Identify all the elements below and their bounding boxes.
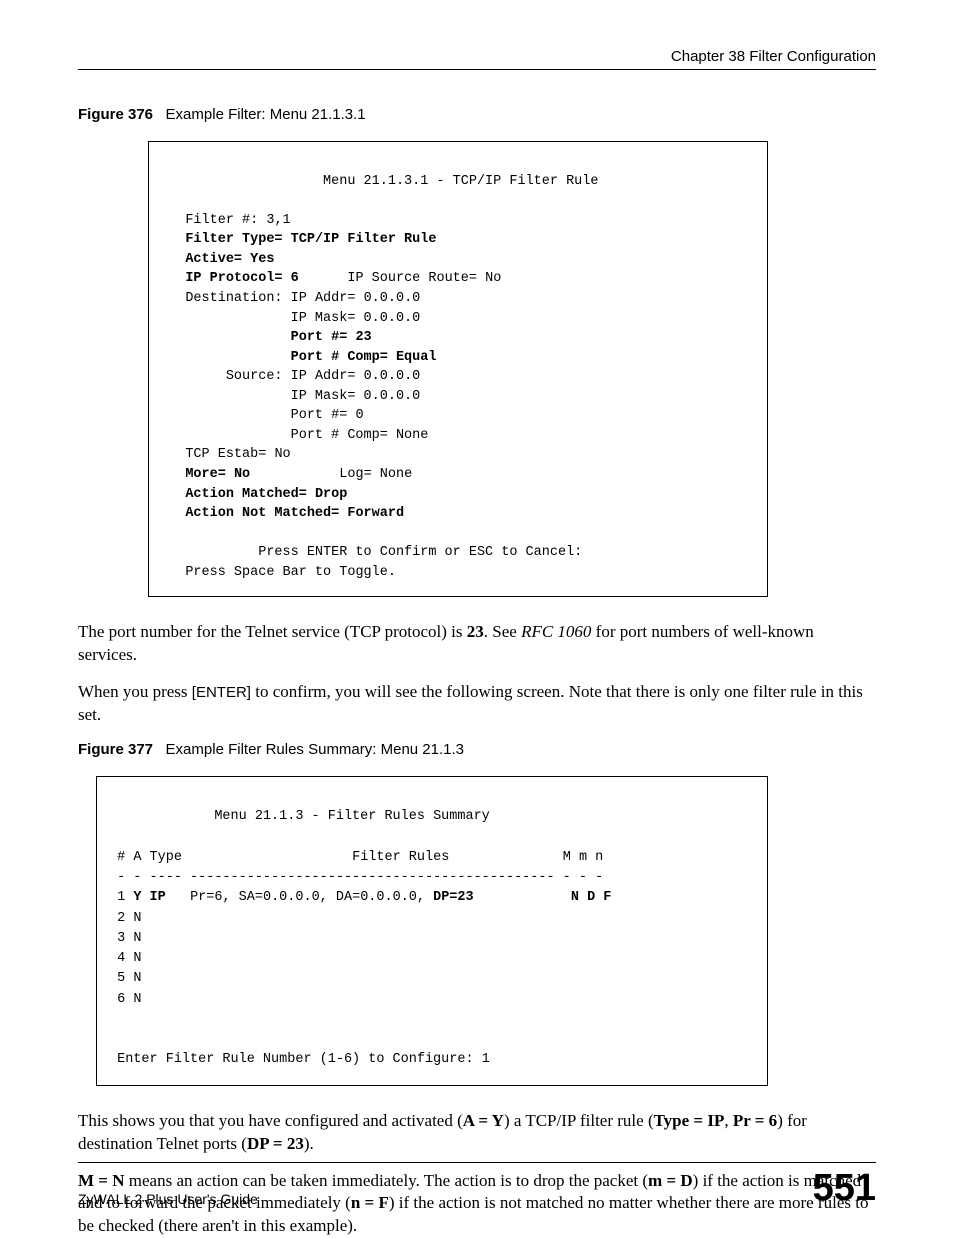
row5-n: 5 [117, 971, 125, 986]
hdr-M: M [563, 850, 571, 865]
hdr-rules: Filter Rules [352, 850, 449, 865]
figure-376-title: Example Filter: Menu 21.1.3.1 [166, 106, 366, 123]
filter-no: 3,1 [266, 213, 290, 228]
hdr-hash: # [117, 850, 125, 865]
dest-ip-mask: 0.0.0.0 [364, 311, 421, 326]
hdr-m: m [579, 850, 587, 865]
dest-port-comp-label: Port # Comp= [291, 350, 388, 365]
action-matched-label: Action Matched= [185, 487, 307, 502]
action-not-matched-label: Action Not Matched= [185, 506, 339, 521]
active-value: Yes [250, 252, 274, 267]
figure-377-title: Example Filter Rules Summary: Menu 21.1.… [166, 741, 464, 758]
row3-a: N [133, 931, 141, 946]
ip-src-route-label: IP Source Route= [347, 271, 477, 286]
dest-ip-addr-label: IP Addr= [291, 291, 356, 306]
prompt-line: Enter Filter Rule Number (1-6) to Config… [117, 1052, 490, 1067]
row1-nn: F [603, 890, 611, 905]
more-value: No [234, 467, 250, 482]
dest-ip-addr: 0.0.0.0 [364, 291, 421, 306]
row1-rule-a: Pr=6, SA=0.0.0.0, DA=0.0.0.0, [190, 890, 433, 905]
row4-a: N [133, 951, 141, 966]
hdr-n: n [595, 850, 603, 865]
src-ip-addr: 0.0.0.0 [364, 369, 421, 384]
active-label: Active= [185, 252, 242, 267]
src-port-comp: None [396, 428, 428, 443]
row1-n: 1 [117, 890, 125, 905]
dest-ip-mask-label: IP Mask= [291, 311, 356, 326]
dest-port-label: Port #= [291, 330, 348, 345]
row1-rule-b: DP=23 [433, 890, 474, 905]
row3-n: 3 [117, 931, 125, 946]
src-ip-mask-label: IP Mask= [291, 389, 356, 404]
row1-M: N [571, 890, 579, 905]
menu-title-2: Menu 21.1.3 - Filter Rules Summary [214, 809, 489, 824]
hdr-a: A [133, 850, 141, 865]
separator-line: - - ---- -------------------------------… [117, 870, 603, 885]
src-ip-mask: 0.0.0.0 [364, 389, 421, 404]
row6-n: 6 [117, 992, 125, 1007]
action-matched: Drop [315, 487, 347, 502]
header-rule [78, 69, 876, 70]
filter-type: TCP/IP Filter Rule [291, 232, 437, 247]
row2-a: N [133, 911, 141, 926]
ip-src-route-value: No [485, 271, 501, 286]
page-footer: ZyWALL 2 Plus User's Guide 551 [78, 1162, 876, 1207]
row1-a: Y [133, 890, 141, 905]
src-port-comp-label: Port # Comp= [291, 428, 388, 443]
menu-title: Menu 21.1.3.1 - TCP/IP Filter Rule [323, 174, 598, 189]
row2-n: 2 [117, 911, 125, 926]
document-page: Chapter 38 Filter Configuration Figure 3… [0, 0, 954, 1235]
more-label: More= [185, 467, 226, 482]
figure-377-label: Figure 377 [78, 741, 153, 758]
chapter-header: Chapter 38 Filter Configuration [78, 48, 876, 65]
src-label: Source: [226, 369, 283, 384]
log-value: None [380, 467, 412, 482]
ip-proto-value: 6 [291, 271, 299, 286]
row6-a: N [133, 992, 141, 1007]
hdr-type: Type [150, 850, 182, 865]
filter-no-label: Filter #: [185, 213, 258, 228]
tcp-estab: No [274, 447, 290, 462]
src-port: 0 [355, 408, 363, 423]
dest-label: Destination: [185, 291, 282, 306]
row1-m: D [587, 890, 595, 905]
log-label: Log= [339, 467, 371, 482]
press-space-line: Press Space Bar to Toggle. [185, 565, 396, 580]
row5-a: N [133, 971, 141, 986]
terminal-menu-21-1-3: Menu 21.1.3 - Filter Rules Summary # A T… [96, 776, 768, 1086]
paragraph-2: When you press [ENTER] to confirm, you w… [78, 681, 876, 727]
enter-key: [ENTER] [192, 684, 251, 701]
ip-proto-label: IP Protocol= [185, 271, 282, 286]
src-ip-addr-label: IP Addr= [291, 369, 356, 384]
tcp-estab-label: TCP Estab= [185, 447, 266, 462]
guide-name: ZyWALL 2 Plus User's Guide [78, 1191, 258, 1207]
dest-port-comp: Equal [396, 350, 437, 365]
figure-376-label: Figure 376 [78, 106, 153, 123]
press-enter-line: Press ENTER to Confirm or ESC to Cancel: [258, 545, 582, 560]
filter-type-label: Filter Type= [185, 232, 282, 247]
terminal-menu-21-1-3-1: Menu 21.1.3.1 - TCP/IP Filter Rule Filte… [148, 141, 768, 597]
src-port-label: Port #= [291, 408, 348, 423]
row1-type: IP [150, 890, 166, 905]
paragraph-1: The port number for the Telnet service (… [78, 621, 876, 667]
dest-port: 23 [355, 330, 371, 345]
page-number: 551 [813, 1169, 876, 1207]
paragraph-3: This shows you that you have configured … [78, 1110, 876, 1156]
figure-376-caption: Figure 376 Example Filter: Menu 21.1.3.1 [78, 106, 876, 123]
figure-377-caption: Figure 377 Example Filter Rules Summary:… [78, 741, 876, 758]
action-not-matched: Forward [347, 506, 404, 521]
row4-n: 4 [117, 951, 125, 966]
